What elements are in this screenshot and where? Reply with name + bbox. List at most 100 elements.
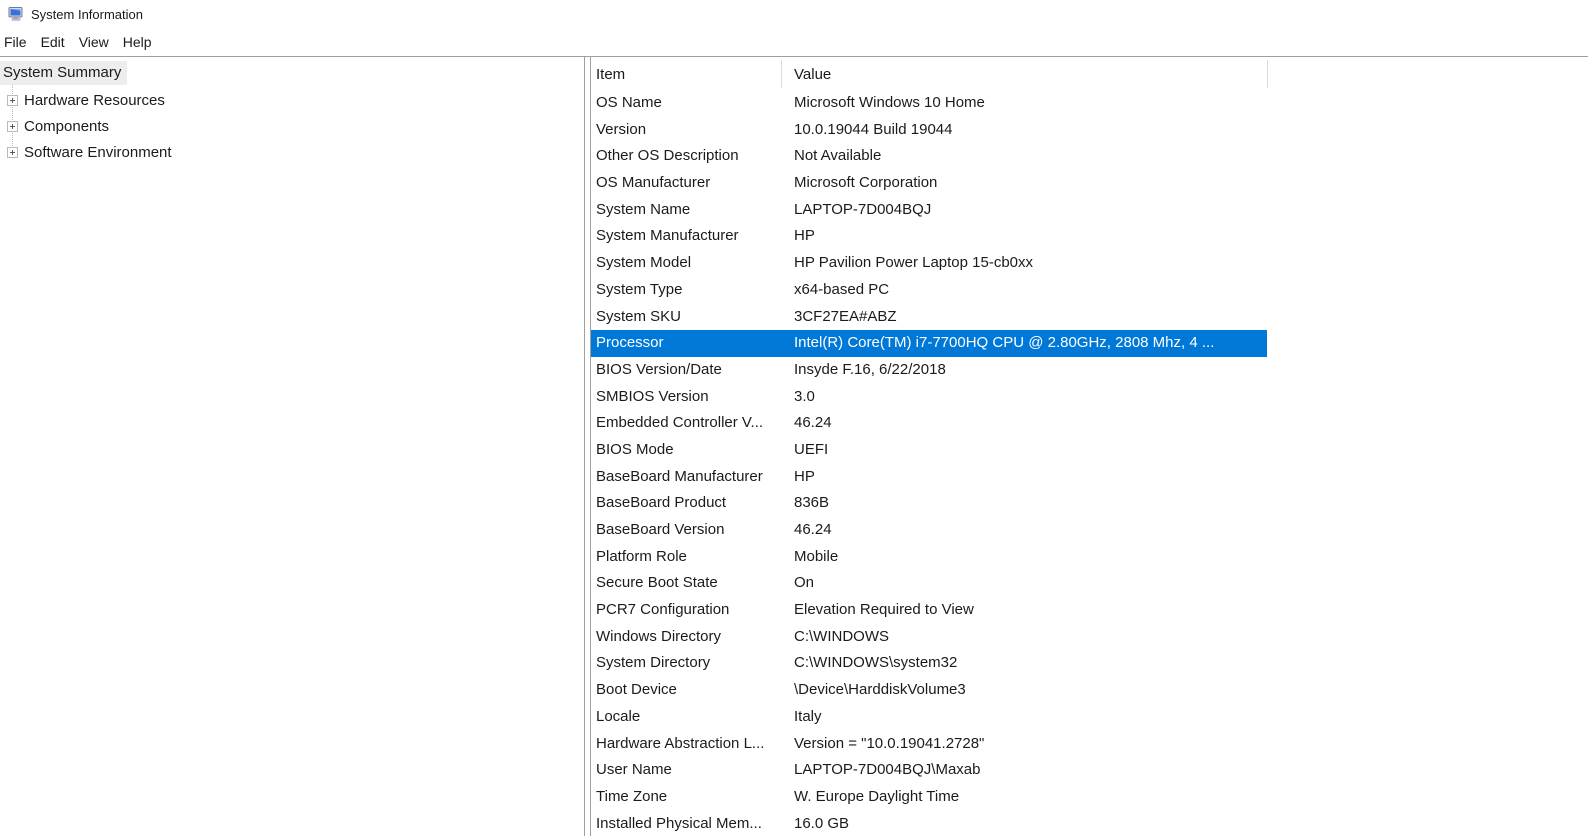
value-cell: 3.0: [794, 387, 815, 405]
value-cell: C:\WINDOWS: [794, 627, 889, 645]
table-row[interactable]: System Model HP Pavilion Power Laptop 15-…: [591, 250, 1267, 277]
item-cell: BIOS Mode: [596, 440, 674, 458]
value-cell: Not Available: [794, 147, 882, 165]
item-cell: PCR7 Configuration: [596, 601, 730, 619]
value-cell: LAPTOP-7D004BQJ: [794, 200, 932, 218]
tree-item-components[interactable]: Components: [0, 114, 584, 140]
item-cell: BaseBoard Version: [596, 521, 725, 538]
menu-item-file[interactable]: File: [0, 28, 34, 56]
table-row[interactable]: User Name LAPTOP-7D004BQJ\Maxab: [591, 757, 1267, 784]
value-cell: \Device\HarddiskVolume3: [794, 681, 966, 699]
table-row[interactable]: PCR7 Configuration Elevation Required to …: [591, 597, 1267, 624]
value-cell: Elevation Required to View: [794, 601, 974, 619]
column-divider[interactable]: [1267, 60, 1268, 88]
column-header-value[interactable]: Value: [794, 57, 1254, 90]
item-cell: Version: [596, 120, 647, 138]
table-row[interactable]: Hardware Abstraction L... Version = "10.0…: [591, 731, 1267, 758]
value-cell: HP: [794, 227, 815, 245]
expand-plus-icon[interactable]: [7, 147, 18, 158]
expand-plus-icon[interactable]: [7, 95, 18, 106]
menu-item-edit[interactable]: Edit: [34, 28, 72, 56]
table-row[interactable]: Locale Italy: [591, 704, 1267, 731]
item-cell: System Manufacturer: [596, 227, 739, 245]
value-cell: Intel(R) Core(TM) i7-7700HQ CPU @ 2.80GH…: [794, 334, 1215, 352]
system-information-icon: [8, 6, 24, 22]
tree-items: Hardware Resources Components Software Env…: [0, 88, 584, 166]
table-row[interactable]: System SKU 3CF27EA#ABZ: [591, 304, 1267, 331]
value-cell: 46.24: [794, 521, 832, 538]
item-cell: System Directory: [596, 654, 711, 672]
item-cell: System Name: [596, 200, 691, 218]
tree-item-label: Software Environment: [24, 144, 172, 161]
table-row[interactable]: Time Zone W. Europe Daylight Time: [591, 784, 1267, 811]
item-cell: User Name: [596, 761, 672, 779]
table-row[interactable]: Platform Role Mobile: [591, 544, 1267, 571]
item-cell: Hardware Abstraction L...: [596, 734, 765, 752]
item-cell: BaseBoard Manufacturer: [596, 467, 763, 485]
table-row[interactable]: Embedded Controller V... 46.24: [591, 410, 1267, 437]
value-cell: C:\WINDOWS\system32: [794, 654, 958, 672]
value-cell: Mobile: [794, 547, 839, 565]
table-row[interactable]: System Manufacturer HP: [591, 223, 1267, 250]
item-cell: OS Name: [596, 94, 662, 111]
value-cell: HP Pavilion Power Laptop 15-cb0xx: [794, 254, 1034, 272]
column-header-item[interactable]: Item: [596, 57, 776, 90]
column-divider[interactable]: [781, 60, 782, 88]
table-row[interactable]: BaseBoard Product 836B: [591, 490, 1267, 517]
item-cell: System SKU: [596, 307, 682, 325]
table-row[interactable]: Processor Intel(R) Core(TM) i7-7700HQ CPU…: [591, 330, 1267, 357]
table-row[interactable]: Windows Directory C:\WINDOWS: [591, 624, 1267, 651]
value-cell: HP: [794, 467, 815, 485]
list-body: OS Name Microsoft Windows 10 Home Version 1…: [591, 90, 1588, 836]
item-cell: Secure Boot State: [596, 574, 718, 592]
item-cell: System Model: [596, 254, 692, 272]
item-cell: Windows Directory: [596, 627, 722, 645]
window-title: System Information: [31, 6, 143, 22]
value-cell: 16.0 GB: [794, 814, 850, 832]
value-cell: 836B: [794, 494, 830, 512]
table-row[interactable]: System Name LAPTOP-7D004BQJ: [591, 197, 1267, 224]
list-header: Item Value: [591, 57, 1588, 90]
tree-item-label: Hardware Resources: [24, 92, 165, 109]
item-cell: BaseBoard Product: [596, 494, 727, 512]
value-cell: W. Europe Daylight Time: [794, 787, 960, 805]
tree-item-hardware-resources[interactable]: Hardware Resources: [0, 88, 584, 114]
table-row[interactable]: System Type x64-based PC: [591, 277, 1267, 304]
table-row[interactable]: BIOS Version/Date Insyde F.16, 6/22/2018: [591, 357, 1267, 384]
value-cell: Italy: [794, 707, 822, 725]
content-area: System Summary Hardware Resources Compone…: [0, 57, 1588, 836]
value-cell: LAPTOP-7D004BQJ\Maxab: [794, 761, 981, 779]
category-tree-panel: System Summary Hardware Resources Compone…: [0, 57, 585, 836]
menu-item-help[interactable]: Help: [116, 28, 159, 56]
expand-plus-icon[interactable]: [7, 121, 18, 132]
table-row[interactable]: BIOS Mode UEFI: [591, 437, 1267, 464]
tree-item-software-environment[interactable]: Software Environment: [0, 140, 584, 166]
item-cell: BIOS Version/Date: [596, 360, 722, 378]
value-cell: x64-based PC: [794, 280, 890, 298]
title-bar: System Information: [0, 0, 1588, 28]
value-cell: Microsoft Windows 10 Home: [794, 94, 985, 111]
item-cell: Embedded Controller V...: [596, 414, 764, 432]
table-row[interactable]: OS Manufacturer Microsoft Corporation: [591, 170, 1267, 197]
table-row[interactable]: BaseBoard Manufacturer HP: [591, 464, 1267, 491]
table-row[interactable]: OS Name Microsoft Windows 10 Home: [591, 90, 1267, 117]
table-row[interactable]: Boot Device \Device\HarddiskVolume3: [591, 677, 1267, 704]
value-cell: UEFI: [794, 440, 829, 458]
tree-item-label: System Summary: [0, 61, 128, 85]
item-cell: Processor: [596, 334, 664, 352]
item-cell: Other OS Description: [596, 147, 739, 165]
table-row[interactable]: SMBIOS Version 3.0: [591, 384, 1267, 411]
item-cell: Time Zone: [596, 787, 668, 805]
tree-item-system-summary[interactable]: System Summary: [0, 61, 128, 85]
table-row[interactable]: Other OS Description Not Available: [591, 143, 1267, 170]
value-cell: 46.24: [794, 414, 832, 432]
table-row[interactable]: Secure Boot State On: [591, 570, 1267, 597]
table-row[interactable]: Version 10.0.19044 Build 19044: [591, 117, 1267, 144]
table-row[interactable]: BaseBoard Version 46.24: [591, 517, 1267, 544]
table-row[interactable]: System Directory C:\WINDOWS\system32: [591, 650, 1267, 677]
value-cell: 10.0.19044 Build 19044: [794, 120, 953, 138]
item-cell: SMBIOS Version: [596, 387, 709, 405]
table-row[interactable]: Installed Physical Mem... 16.0 GB: [591, 811, 1267, 836]
menu-item-view[interactable]: View: [72, 28, 116, 56]
item-cell: System Type: [596, 280, 683, 298]
